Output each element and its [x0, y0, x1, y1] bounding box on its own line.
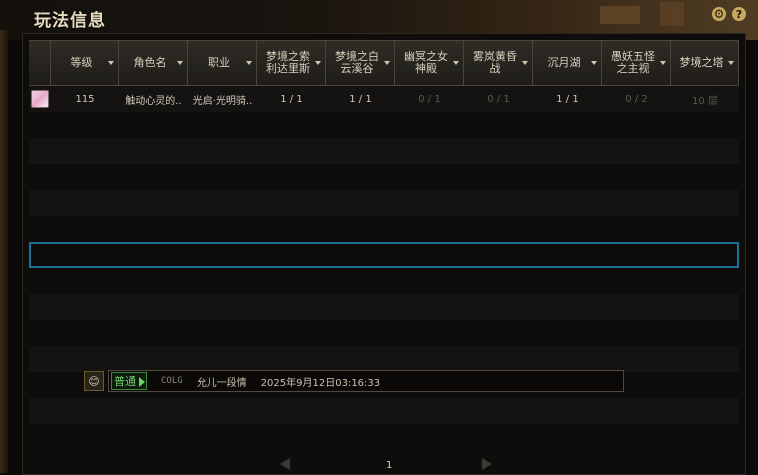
table-row[interactable]: [29, 294, 739, 320]
avatar: [31, 90, 49, 108]
column-header-9[interactable]: 愚妖五怪之主视: [602, 41, 671, 85]
sort-arrow-icon[interactable]: [660, 61, 666, 65]
column-header-7[interactable]: 雾岚黄昏战: [464, 41, 533, 85]
column-header-1[interactable]: 等级: [51, 41, 119, 85]
column-header-label: 梦境之塔: [679, 56, 724, 69]
cell-c2: 1 / 1: [349, 93, 372, 105]
table-row[interactable]: [29, 112, 739, 138]
column-header-label: 沉月湖: [547, 56, 581, 69]
sort-arrow-icon[interactable]: [315, 61, 321, 65]
column-header-4[interactable]: 梦境之索利达里斯: [257, 41, 326, 85]
column-header-label: 雾岚黄昏战: [473, 50, 517, 75]
table-row[interactable]: [29, 320, 739, 346]
column-header-5[interactable]: 梦境之白云溪谷: [326, 41, 395, 85]
chat-timestamp: 2025年9月12日03:16:33: [260, 377, 381, 389]
backdrop-decoration: [660, 2, 684, 26]
top-icons: ⚙ ?: [712, 7, 746, 21]
table-row[interactable]: [29, 138, 739, 164]
main-panel: 等级 角色名 职业 梦境之索利达里斯 梦境之白云溪谷 幽冥之女神殿 雾岚黄昏战 沉月湖 愚妖五怪…: [22, 33, 746, 475]
sort-arrow-icon[interactable]: [453, 61, 459, 65]
avatar-cell: [29, 90, 51, 108]
backdrop-decoration: [600, 6, 640, 24]
chat-server: COLG: [161, 376, 183, 386]
table-row[interactable]: [29, 190, 739, 216]
cell-c5: 1 / 1: [556, 93, 579, 105]
table-row[interactable]: [29, 164, 739, 190]
chat-message[interactable]: 普通 COLG 允儿一段情 2025年9月12日03:16:33: [108, 370, 624, 392]
sort-arrow-icon[interactable]: [591, 61, 597, 65]
data-table: 等级 角色名 职业 梦境之索利达里斯 梦境之白云溪谷 幽冥之女神殿 雾岚黄昏战 沉月湖 愚妖五怪…: [29, 40, 739, 424]
table-row[interactable]: 115 触动心灵的.. 光启·光明骑.. 1 / 1 1 / 1 0 / 1 0 / 1 1 …: [29, 86, 739, 112]
cell-job: 光启·光明骑..: [192, 95, 253, 107]
cell-c6: 0 / 2: [625, 93, 648, 105]
cell-level: 115: [75, 93, 95, 105]
column-header-label: 角色名: [133, 56, 167, 69]
chat-line: 😊 普通 COLG 允儿一段情 2025年9月12日03:16:33: [84, 370, 624, 392]
cell-c4: 0 / 1: [487, 93, 510, 105]
sort-arrow-icon[interactable]: [728, 61, 734, 65]
sort-arrow-icon[interactable]: [177, 61, 183, 65]
sort-arrow-icon[interactable]: [246, 61, 252, 65]
chat-channel-tag[interactable]: 普通: [111, 372, 147, 390]
column-header-label: 梦境之白云溪谷: [335, 50, 379, 75]
pager: 1: [0, 452, 758, 473]
column-header-0: [29, 41, 51, 85]
cell-c1: 1 / 1: [280, 93, 303, 105]
column-header-3[interactable]: 职业: [188, 41, 257, 85]
column-header-10[interactable]: 梦境之塔: [671, 41, 739, 85]
cell-c7: 10 层: [692, 95, 718, 107]
table-row[interactable]: [29, 346, 739, 372]
cell-name: 触动心灵的..: [125, 95, 182, 107]
prev-page-icon[interactable]: [280, 458, 290, 470]
sort-arrow-icon[interactable]: [108, 61, 114, 65]
next-page-icon[interactable]: [482, 458, 492, 470]
column-header-label: 等级: [70, 56, 93, 69]
window-title: 玩法信息: [34, 11, 106, 31]
table-row[interactable]: [29, 216, 739, 242]
help-icon[interactable]: ?: [732, 7, 746, 21]
column-header-6[interactable]: 幽冥之女神殿: [395, 41, 464, 85]
table-row[interactable]: [29, 242, 739, 268]
gear-icon[interactable]: ⚙: [712, 7, 726, 21]
column-header-label: 职业: [208, 56, 230, 69]
chat-text: 允儿一段情: [196, 377, 247, 389]
column-header-label: 梦境之索利达里斯: [266, 50, 310, 75]
sort-arrow-icon[interactable]: [384, 61, 390, 65]
table-row[interactable]: [29, 268, 739, 294]
left-rail: [0, 30, 8, 473]
column-header-label: 幽冥之女神殿: [404, 50, 448, 75]
emoji-icon[interactable]: 😊: [84, 371, 104, 391]
column-header-8[interactable]: 沉月湖: [533, 41, 602, 85]
column-header-label: 愚妖五怪之主视: [611, 50, 655, 75]
page-number: 1: [386, 460, 393, 471]
cell-c3: 0 / 1: [418, 93, 441, 105]
column-header-2[interactable]: 角色名: [119, 41, 188, 85]
table-row[interactable]: [29, 398, 739, 424]
sort-arrow-icon[interactable]: [522, 61, 528, 65]
table-header: 等级 角色名 职业 梦境之索利达里斯 梦境之白云溪谷 幽冥之女神殿 雾岚黄昏战 沉月湖 愚妖五怪…: [29, 40, 739, 86]
